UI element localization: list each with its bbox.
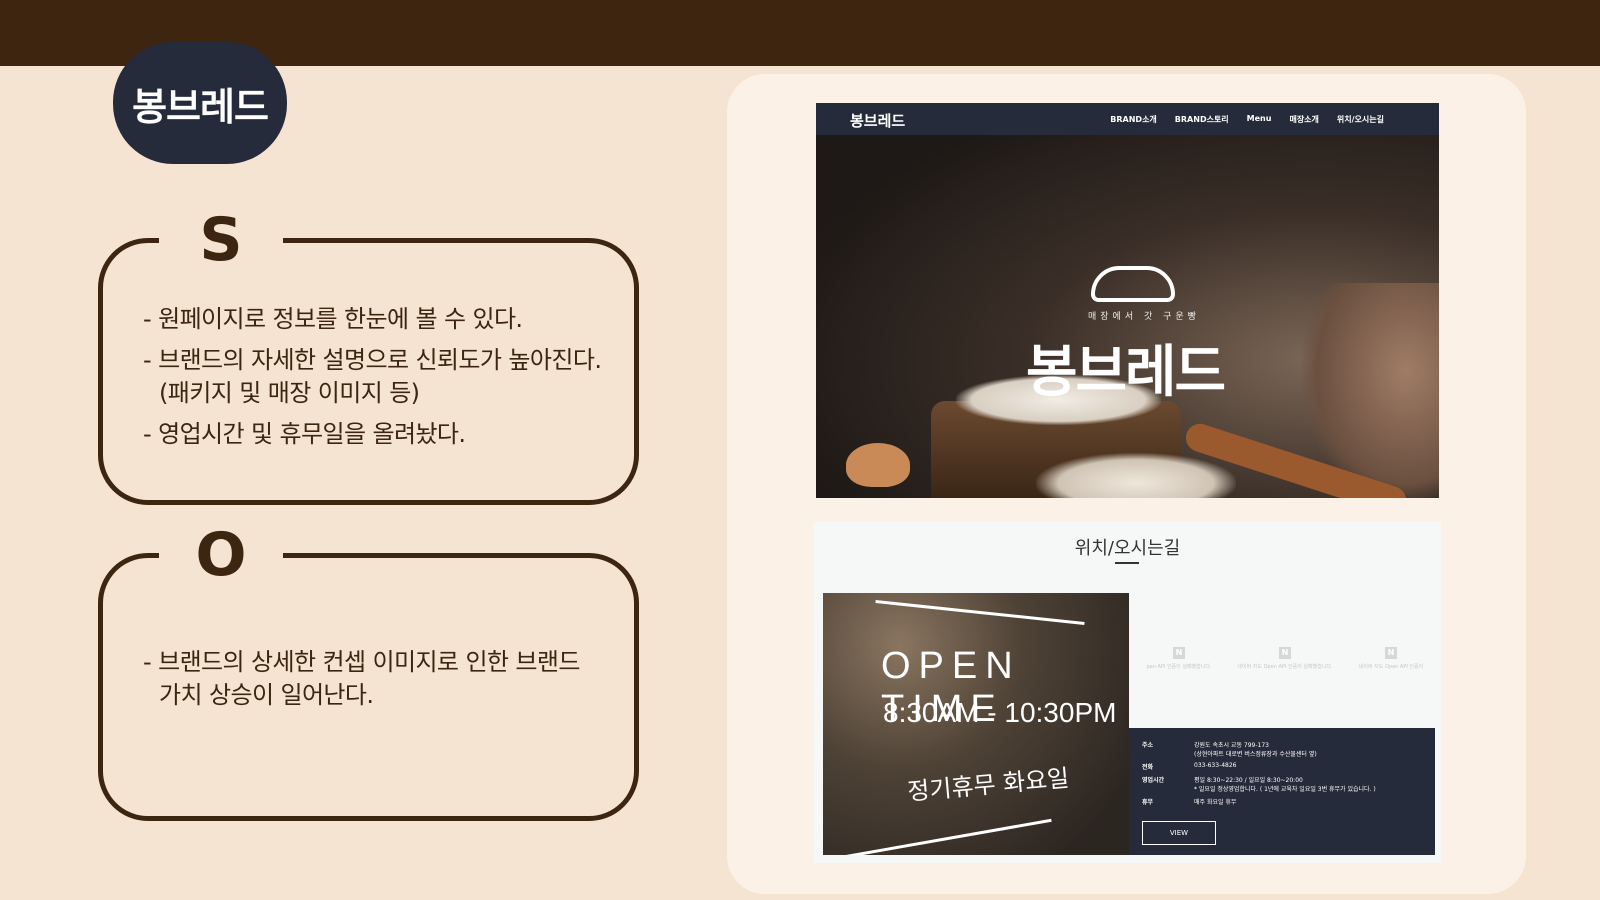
mockup-nav-menu: BRAND소개 BRAND스토리 Menu 매장소개 위치/오시는길	[1110, 114, 1384, 125]
strength-letter: S	[159, 201, 283, 279]
map-error-message: N pen API 인증이 실패했습니다.	[1146, 647, 1212, 670]
store-info-panel: 주소 강원도 속초시 교동 799-173 (상현아파트 대로변 버스정류장과 수…	[1129, 728, 1435, 855]
strength-list: - 원페이지로 정보를 한눈에 볼 수 있다. - 브랜드의 자세한 설명으로 …	[143, 303, 614, 459]
mockup-nav-item-brand-intro[interactable]: BRAND소개	[1110, 114, 1157, 125]
info-value: 033-633-4826	[1194, 762, 1237, 769]
info-value: 강원도 속초시 교동 799-173 (상현아파트 대로변 버스정류장과 수산물…	[1194, 742, 1317, 758]
brand-logo: 봉브레드	[113, 42, 287, 164]
mockup-nav-item-brand-story[interactable]: BRAND스토리	[1175, 114, 1229, 125]
map-error-message: N 네이버 지도 Open API 인증이 실패했습니다.	[1237, 647, 1333, 670]
strength-box: S - 원페이지로 정보를 한눈에 볼 수 있다. - 브랜드의 자세한 설명으…	[98, 201, 639, 505]
mockup-location-section: 위치/오시는길 OPEN TIME 8:30AM - 10:30PM 정기휴무 …	[814, 522, 1441, 863]
info-value: 평일 8:30~22:30 / 일요일 8:30~20:00 * 일요일 정상영…	[1194, 777, 1376, 793]
open-time-photo: OPEN TIME 8:30AM - 10:30PM 정기휴무 화요일	[823, 593, 1129, 855]
mockup-nav-bar: 봉브레드 BRAND소개 BRAND스토리 Menu 매장소개 위치/오시는길	[816, 103, 1439, 135]
opportunity-list: - 브랜드의 상세한 컨셉 이미지로 인한 브랜드 가치 상승이 일어난다.	[143, 646, 614, 720]
open-hours: 8:30AM - 10:30PM	[883, 697, 1117, 728]
view-button[interactable]: VIEW	[1142, 821, 1216, 845]
strength-item: - 영업시간 및 휴무일을 올려놨다.	[143, 420, 466, 448]
egg-shell-illustration	[846, 443, 910, 487]
mockup-nav-logo[interactable]: 봉브레드	[850, 110, 905, 131]
naver-map-icon: N	[1385, 647, 1397, 659]
info-row-phone: 전화 033-633-4826	[1142, 762, 1424, 771]
info-label: 전화	[1142, 764, 1154, 771]
opportunity-letter: O	[159, 516, 283, 594]
brand-logo-text: 봉브레드	[132, 83, 269, 129]
opportunity-item: - 브랜드의 상세한 컨셉 이미지로 인한 브랜드 가치 상승이 일어난다.	[143, 648, 580, 709]
chef-hat-icon	[1091, 266, 1175, 302]
map-error-message: N 네이버 지도 Open API 인증이	[1358, 647, 1424, 670]
naver-map-icon: N	[1173, 647, 1185, 659]
strength-item: - 브랜드의 자세한 설명으로 신뢰도가 높아진다. (패키지 및 매장 이미지…	[143, 346, 602, 407]
opportunity-box: O - 브랜드의 상세한 컨셉 이미지로 인한 브랜드 가치 상승이 일어난다.	[98, 516, 639, 821]
mockup-hero-section: 봉브레드 BRAND소개 BRAND스토리 Menu 매장소개 위치/오시는길 …	[816, 103, 1439, 498]
info-row-holiday: 휴무 매주 화요일 휴무	[1142, 797, 1424, 806]
hero-tagline: 매장에서 갓 구운빵	[1088, 312, 1200, 322]
info-label: 주소	[1142, 742, 1154, 749]
naver-map-icon: N	[1279, 647, 1291, 659]
info-value: 매주 화요일 휴무	[1194, 799, 1237, 806]
info-label: 영업시간	[1142, 777, 1165, 784]
mockup-nav-item-store[interactable]: 매장소개	[1289, 114, 1318, 125]
decor-line	[844, 818, 1052, 855]
location-title-underline	[1115, 562, 1139, 564]
info-label: 휴무	[1142, 799, 1154, 806]
map-area[interactable]: N pen API 인증이 실패했습니다. N 네이버 지도 Open API …	[1129, 593, 1441, 731]
mockup-nav-item-location[interactable]: 위치/오시는길	[1337, 114, 1384, 125]
flour-spread-illustration	[1036, 453, 1236, 498]
info-row-hours: 영업시간 평일 8:30~22:30 / 일요일 8:30~20:00 * 일요일…	[1142, 775, 1424, 793]
strength-item: - 원페이지로 정보를 한눈에 볼 수 있다.	[143, 305, 523, 333]
info-row-address: 주소 강원도 속초시 교동 799-173 (상현아파트 대로변 버스정류장과 수…	[1142, 740, 1424, 758]
mockup-nav-item-menu[interactable]: Menu	[1247, 114, 1272, 125]
decor-line	[875, 600, 1085, 625]
hero-brand-logo: 봉브레드	[1026, 339, 1226, 405]
location-title: 위치/오시는길	[1074, 538, 1181, 559]
regular-holiday: 정기휴무 화요일	[906, 763, 1071, 807]
